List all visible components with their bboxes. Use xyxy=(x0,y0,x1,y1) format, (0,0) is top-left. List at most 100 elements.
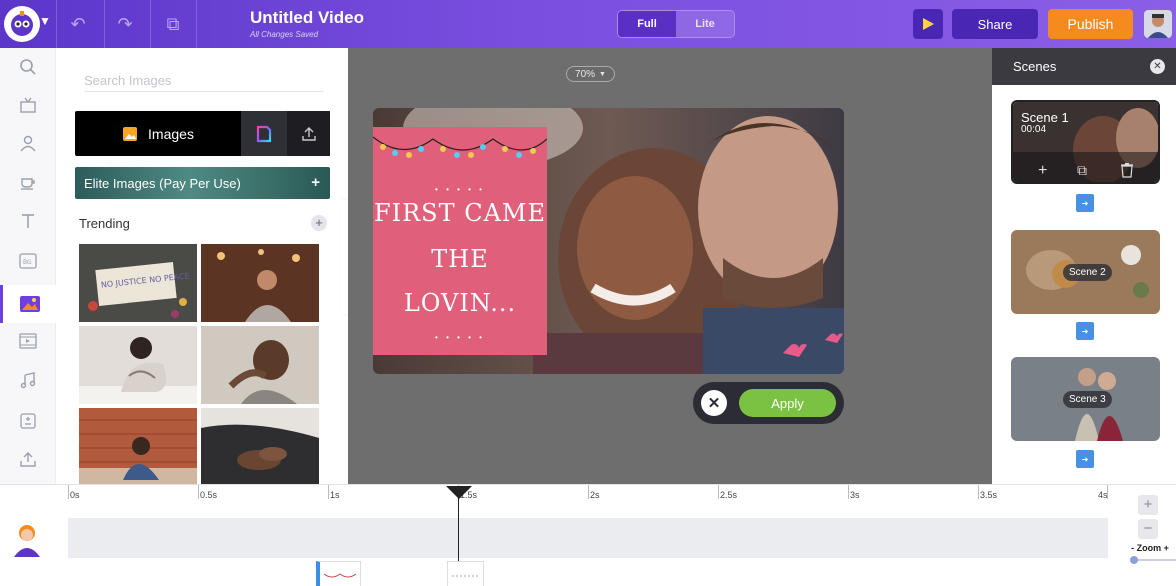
zoom-dropdown[interactable]: 70% ▼ xyxy=(566,66,615,82)
timeline-clip[interactable] xyxy=(447,561,484,586)
string-lights xyxy=(373,136,547,158)
preview-play-button[interactable] xyxy=(913,9,943,39)
scene-duration: 00:04 xyxy=(1021,124,1047,135)
project-title[interactable]: Untitled Video xyxy=(250,8,364,28)
apply-toolbar: ✕ Apply xyxy=(693,382,844,424)
image-library-panel: Images Elite Images (Pay Per Use) + Tren… xyxy=(56,48,348,486)
ruler-tick xyxy=(198,485,199,499)
close-icon[interactable]: ✕ xyxy=(701,390,727,416)
tab-images[interactable]: Images xyxy=(75,111,241,156)
image-thumbnail[interactable]: NO JUSTICE NO PEACE xyxy=(79,244,197,322)
svg-text:BG: BG xyxy=(23,259,32,266)
ruler-tick xyxy=(978,485,979,499)
app-logo[interactable] xyxy=(4,6,40,42)
share-button[interactable]: Share xyxy=(952,9,1038,39)
playhead-handle[interactable] xyxy=(446,486,472,499)
search-input[interactable] xyxy=(84,70,324,92)
chevron-down-icon: ▼ xyxy=(599,70,606,78)
tab-upload[interactable] xyxy=(287,111,330,156)
play-icon xyxy=(923,18,934,30)
rail-upload[interactable] xyxy=(0,440,56,478)
ruler-label: 0.5s xyxy=(200,490,218,500)
rail-music[interactable] xyxy=(0,362,56,400)
trending-heading: Trending xyxy=(79,216,130,231)
image-thumbnail[interactable] xyxy=(201,408,319,486)
rail-props[interactable] xyxy=(0,86,56,124)
zoom-in-button[interactable]: + xyxy=(1138,495,1158,515)
mode-full-button[interactable]: Full xyxy=(618,11,676,37)
transition-button[interactable]: ➜ xyxy=(1076,450,1094,468)
chevron-down-icon[interactable]: ▼ xyxy=(39,14,51,28)
mode-lite-button[interactable]: Lite xyxy=(676,11,734,37)
music-icon xyxy=(20,372,36,389)
title-card[interactable]: • • • • • FIRST CAME THE LOVIN... • • • … xyxy=(373,127,547,355)
publish-button[interactable]: Publish xyxy=(1048,9,1133,39)
rail-text[interactable] xyxy=(0,202,56,240)
library-tabs: Images xyxy=(75,111,330,156)
tab-gif[interactable] xyxy=(241,111,287,156)
toolbar-divider xyxy=(104,0,105,48)
user-avatar[interactable] xyxy=(1144,10,1172,38)
ruler-tick xyxy=(588,485,589,499)
trending-expand-button[interactable]: + xyxy=(311,215,327,231)
undo-icon[interactable]: ↶ xyxy=(66,12,90,36)
zoom-out-button[interactable]: − xyxy=(1138,519,1158,539)
rail-effects[interactable] xyxy=(0,402,56,440)
ruler-tick xyxy=(328,485,329,499)
rail-search[interactable] xyxy=(0,48,56,86)
elite-images-button[interactable]: Elite Images (Pay Per Use) + xyxy=(75,167,330,199)
effects-icon xyxy=(20,413,36,429)
scene-card-2[interactable]: Scene 2 xyxy=(1011,230,1160,314)
apply-button[interactable]: Apply xyxy=(739,389,836,417)
timeline-clip[interactable] xyxy=(316,561,361,586)
zoom-label-text: Zoom xyxy=(1136,543,1162,553)
canvas-area: 70% ▼ • • • • • FIRST CAME THE LOVIN... … xyxy=(348,48,992,484)
character-avatar[interactable] xyxy=(12,523,42,557)
zoom-plus-glyph: + xyxy=(1163,543,1169,553)
transition-button[interactable]: ➜ xyxy=(1076,322,1094,340)
rail-characters[interactable] xyxy=(0,124,56,162)
redo-icon[interactable]: ↷ xyxy=(113,12,137,36)
scene-card-1[interactable]: Scene 1 00:04 + ⧉ xyxy=(1011,100,1160,184)
card-line-2: THE xyxy=(431,245,489,273)
image-thumbnail[interactable] xyxy=(79,326,197,404)
timeline-ruler[interactable]: 0s 0.5s 1s 1.5s 2s 2.5s 3s 3.5s 4s xyxy=(68,485,1108,503)
ruler-label: 0s xyxy=(70,490,80,500)
ruler-label: 2.5s xyxy=(720,490,738,500)
scenes-title: Scenes xyxy=(1013,59,1057,74)
top-bar: ▼ ↶ ↷ ⧉ Untitled Video All Changes Saved… xyxy=(0,0,1176,48)
zoom-slider[interactable] xyxy=(1130,556,1176,564)
video-icon xyxy=(19,333,37,349)
image-thumbnail[interactable] xyxy=(201,326,319,404)
timeline-track[interactable] xyxy=(68,518,1108,558)
trash-icon[interactable] xyxy=(1120,162,1134,178)
image-thumbnail[interactable] xyxy=(79,408,197,486)
rail-backgrounds[interactable]: BG xyxy=(0,242,56,280)
duplicate-icon[interactable]: ⧉ xyxy=(1077,162,1087,179)
image-thumbnail[interactable] xyxy=(201,244,319,322)
zoom-slider-knob[interactable] xyxy=(1130,556,1138,564)
rail-images[interactable] xyxy=(0,285,56,323)
card-line-1: FIRST CAME xyxy=(373,199,547,227)
timeline-zoom-control: + − - Zoom + xyxy=(1130,495,1176,564)
scene-name: Scene 3 xyxy=(1063,391,1112,408)
cup-icon xyxy=(21,178,35,190)
ruler-tick xyxy=(718,485,719,499)
rail-objects[interactable] xyxy=(0,162,56,200)
gif-icon xyxy=(256,125,272,142)
timeline: 0s 0.5s 1s 1.5s 2s 2.5s 3s 3.5s 4s + − -… xyxy=(0,484,1176,586)
duplicate-icon[interactable]: ⧉ xyxy=(161,12,185,36)
scene-stage[interactable]: • • • • • FIRST CAME THE LOVIN... • • • … xyxy=(373,108,844,374)
close-icon[interactable]: ✕ xyxy=(1150,59,1165,74)
elite-images-label: Elite Images (Pay Per Use) xyxy=(84,175,241,191)
mode-toggle: Full Lite xyxy=(617,10,735,38)
props-icon xyxy=(20,97,36,113)
scene-card-3[interactable]: Scene 3 xyxy=(1011,357,1160,441)
scenes-header: Scenes xyxy=(992,48,1176,85)
rail-videos[interactable] xyxy=(0,322,56,360)
transition-button[interactable]: ➜ xyxy=(1076,194,1094,212)
upload-icon xyxy=(20,452,36,467)
add-scene-icon[interactable]: + xyxy=(1038,162,1047,180)
text-icon xyxy=(22,214,34,228)
ruler-tick xyxy=(68,485,69,499)
